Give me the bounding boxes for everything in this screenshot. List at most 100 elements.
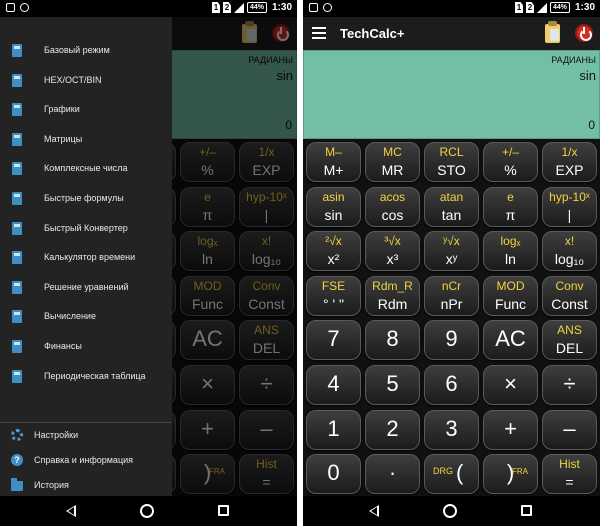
drawer-item[interactable]: Периодическая таблица (0, 365, 172, 389)
key-6-3[interactable]: + (483, 409, 538, 450)
key-7-2[interactable]: DRG( (424, 454, 479, 495)
key-1-1[interactable]: acos cos (365, 186, 420, 227)
drawer-item[interactable]: Матрицы (0, 128, 172, 152)
key-2-4[interactable]: x! log₁₀ (542, 231, 597, 272)
key-side-label: FRA (512, 467, 528, 477)
key-4-4[interactable]: ANS DEL (542, 320, 597, 361)
drawer-item-label: Комплексные числа (44, 163, 128, 174)
key-5-0[interactable]: 4 (306, 365, 361, 405)
back-icon[interactable] (66, 505, 76, 517)
key-label: | (567, 206, 572, 223)
calculator-icon (12, 192, 22, 205)
key-6-4[interactable]: – (542, 409, 597, 450)
drawer-footer-item[interactable]: Настройки (0, 424, 172, 448)
key-label: STO (437, 162, 466, 178)
drawer-item[interactable]: Базовый режим (0, 39, 172, 63)
key-4-0[interactable]: 7 (306, 320, 361, 361)
key-secondary-label: ANS (557, 323, 582, 338)
key-1-2[interactable]: atan tan (424, 186, 479, 227)
calculator-display: РАДИАНЫ sin 0 (303, 50, 600, 139)
drawer-item[interactable]: Вычисление (0, 305, 172, 329)
key-0-2[interactable]: RCL STO (424, 142, 479, 182)
drawer-item[interactable]: Решение уравнений (0, 276, 172, 300)
calculator-icon (12, 44, 22, 57)
drawer-item[interactable]: HEX/OCT/BIN (0, 69, 172, 93)
drawer-item[interactable]: Графики (0, 98, 172, 122)
key-secondary-label: x! (564, 234, 575, 249)
key-7-3[interactable]: )FRA (483, 454, 538, 495)
drawer-divider (0, 422, 172, 423)
key-7-1[interactable]: · (365, 454, 420, 495)
key-2-3[interactable]: logₓ ln (483, 231, 538, 272)
key-3-4[interactable]: Conv Const (542, 275, 597, 316)
key-label: + (504, 415, 517, 441)
key-7-0[interactable]: 0 (306, 454, 361, 495)
key-4-2[interactable]: 9 (424, 320, 479, 361)
key-label: = (565, 474, 574, 491)
key-0-0[interactable]: M– M+ (306, 142, 361, 182)
key-label: π (505, 206, 516, 223)
sim-1-icon: 1 (211, 2, 220, 13)
key-0-1[interactable]: MC MR (365, 142, 420, 182)
key-1-0[interactable]: asin sin (306, 186, 361, 227)
key-2-1[interactable]: ³√x x³ (365, 231, 420, 272)
drawer-item-label: Финансы (44, 341, 82, 351)
key-label: x³ (386, 251, 399, 268)
home-icon[interactable] (443, 504, 457, 518)
key-0-3[interactable]: +/–% (483, 142, 538, 182)
key-label: tan (441, 206, 462, 223)
key-2-2[interactable]: ʸ√x xʸ (424, 231, 479, 272)
key-1-3[interactable]: eπ (483, 186, 538, 227)
key-4-1[interactable]: 8 (365, 320, 420, 361)
key-1-4[interactable]: hyp-10ˣ | (542, 186, 597, 227)
key-secondary-label: ʸ√x (443, 234, 460, 249)
key-secondary-label: asin (322, 189, 345, 204)
drawer-footer-item[interactable]: ? Справка и информация (0, 449, 172, 473)
key-label: 7 (327, 326, 340, 352)
drawer-item-label: Базовый режим (44, 45, 110, 55)
key-label: 6 (445, 371, 458, 396)
key-6-0[interactable]: 1 (306, 409, 361, 450)
power-icon[interactable] (575, 24, 593, 42)
help-icon: ? (11, 454, 23, 466)
key-label: ° ' " (322, 295, 345, 312)
drawer-item[interactable]: Быстрый Конвертер (0, 217, 172, 241)
gear-icon (11, 429, 23, 441)
battery-icon: 44% (549, 2, 570, 13)
clipboard-icon[interactable] (545, 21, 560, 43)
key-3-2[interactable]: nCr nPr (424, 275, 479, 316)
key-secondary-label: ³√x (384, 234, 401, 249)
key-0-4[interactable]: 1/x EXP (542, 142, 597, 182)
drawer-item[interactable]: Быстрые формулы (0, 187, 172, 211)
key-3-0[interactable]: FSE ° ' " (306, 275, 361, 316)
key-4-3[interactable]: AC (483, 320, 538, 361)
back-icon[interactable] (369, 505, 379, 517)
key-6-2[interactable]: 3 (424, 409, 479, 450)
home-icon[interactable] (140, 504, 154, 518)
key-label: – (563, 415, 576, 441)
key-3-1[interactable]: Rdm_R Rdm (365, 275, 420, 316)
result-text: 0 (588, 118, 595, 132)
hamburger-menu-icon[interactable] (312, 27, 326, 39)
key-5-1[interactable]: 5 (365, 365, 420, 405)
key-label: MR (381, 162, 404, 178)
notification-icon (309, 3, 318, 12)
key-2-0[interactable]: ²√x x² (306, 231, 361, 272)
key-3-3[interactable]: MOD Func (483, 275, 538, 316)
drawer-footer-item[interactable]: История (0, 474, 172, 498)
drawer-item-label: Вычисление (44, 311, 96, 322)
key-7-4[interactable]: Hist = (542, 454, 597, 495)
key-5-4[interactable]: ÷ (542, 365, 597, 405)
drawer-item[interactable]: Калькулятор времени (0, 246, 172, 270)
key-label: × (504, 371, 517, 396)
drawer-item-label: Матрицы (44, 133, 83, 144)
notification-icon (6, 3, 15, 12)
key-6-1[interactable]: 2 (365, 409, 420, 450)
recents-icon[interactable] (218, 505, 229, 516)
recents-icon[interactable] (521, 505, 532, 516)
key-5-2[interactable]: 6 (424, 365, 479, 405)
drawer-item[interactable]: Финансы (0, 335, 172, 359)
drawer-item[interactable]: Комплексные числа (0, 157, 172, 181)
key-label: 1 (327, 415, 340, 441)
key-5-3[interactable]: × (483, 365, 538, 405)
